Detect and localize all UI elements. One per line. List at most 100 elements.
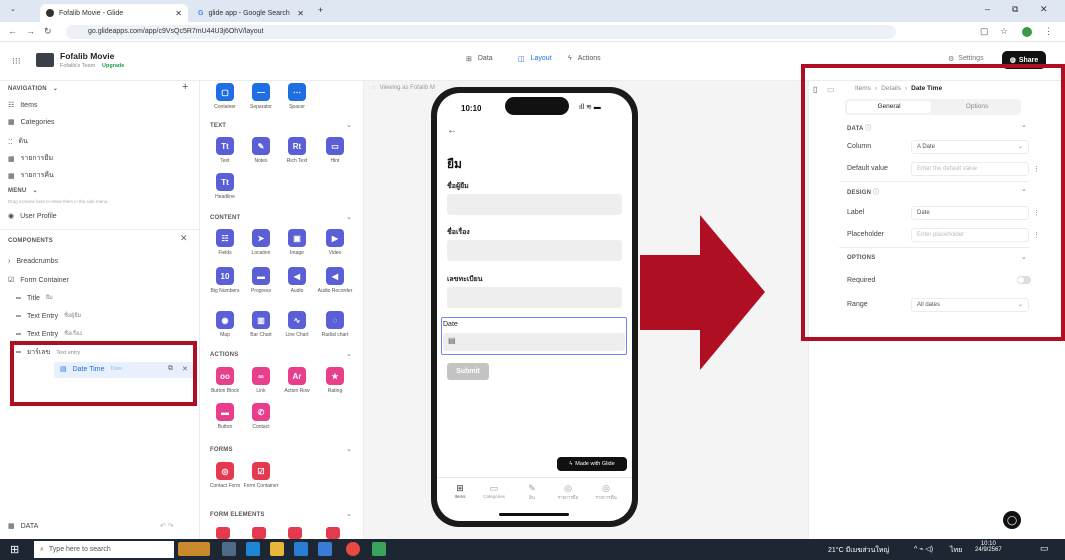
menu-header[interactable]: MENU ⌄ bbox=[8, 187, 38, 195]
notification-icon[interactable]: ▭ bbox=[1040, 543, 1049, 554]
minimize-icon[interactable]: – bbox=[985, 4, 990, 14]
borrower-input[interactable] bbox=[447, 194, 622, 215]
new-tab-icon[interactable]: + bbox=[318, 5, 323, 15]
profile-avatar[interactable] bbox=[1022, 27, 1032, 37]
phone-entry-tile-icon[interactable] bbox=[326, 527, 340, 539]
rating-icon: ★ bbox=[326, 367, 344, 385]
nav-item-return-list[interactable]: ▦ รายการคืน bbox=[8, 170, 54, 181]
phone-tab-items[interactable]: ⊞ Items bbox=[447, 483, 473, 499]
viewing-as-label: Viewing as Fofalib M bbox=[379, 85, 435, 91]
task-view-icon[interactable] bbox=[222, 542, 236, 556]
add-icon[interactable]: + bbox=[182, 81, 188, 93]
tile-headline[interactable]: Tt Headline bbox=[204, 173, 246, 200]
menu-item-user-profile[interactable]: ◉ User Profile bbox=[8, 212, 57, 221]
tile-video[interactable]: ▶ Video bbox=[314, 229, 356, 256]
chrome-icon[interactable] bbox=[346, 542, 360, 556]
number-entry-tile-icon[interactable] bbox=[288, 527, 302, 539]
menu-icon[interactable]: ⋮ bbox=[1044, 26, 1053, 37]
tile-spacer[interactable]: ⋯ Spacer bbox=[276, 83, 318, 110]
nav-item-items[interactable]: ☷ Items bbox=[8, 101, 37, 110]
tile-action-row[interactable]: Ar Action Row bbox=[276, 367, 318, 394]
component-title[interactable]: ═ Title ยืม bbox=[16, 294, 53, 302]
navigation-header[interactable]: NAVIGATION ⌄ bbox=[8, 85, 58, 93]
contact-form-icon: ◎ bbox=[216, 462, 234, 480]
phone-tab-return-list[interactable]: ◎ รายการคืน bbox=[591, 483, 621, 501]
close-icon[interactable]: ✕ bbox=[297, 9, 304, 18]
tile-radial-chart[interactable]: ◌ Radial chart bbox=[314, 311, 356, 338]
chevron-down-icon[interactable]: ⌄ bbox=[346, 350, 352, 358]
windows-start-icon[interactable]: ⊞ bbox=[10, 543, 19, 556]
back-icon[interactable]: ← bbox=[8, 26, 17, 36]
chevron-down-icon[interactable]: ⌄ bbox=[346, 445, 352, 453]
date-input[interactable]: ▤ bbox=[443, 333, 625, 351]
phone-tab-borrow-list[interactable]: ◎ รายการยืม bbox=[553, 483, 583, 501]
language-indicator[interactable]: ไทย bbox=[950, 545, 962, 556]
tile-contact[interactable]: ✆ Contact bbox=[240, 403, 282, 430]
forward-icon[interactable]: → bbox=[26, 26, 35, 36]
tile-form-container[interactable]: ☑ Form Container bbox=[240, 462, 282, 489]
chat-button[interactable]: ◯ bbox=[1003, 511, 1021, 529]
weather[interactable]: 21°C มีเมฆส่วนใหญ่ bbox=[828, 545, 889, 556]
made-with-glide-badge[interactable]: ϟ Made with Glide bbox=[557, 457, 627, 471]
phone-tab-label: Items bbox=[454, 494, 466, 499]
edge-icon[interactable] bbox=[246, 542, 260, 556]
upgrade-link[interactable]: Upgrade bbox=[102, 63, 124, 69]
data-footer[interactable]: ▦ DATA bbox=[8, 522, 38, 531]
reload-icon[interactable]: ↻ bbox=[44, 26, 52, 37]
close-window-icon[interactable]: ✕ bbox=[1040, 4, 1048, 15]
tile-line-chart[interactable]: ∿ Line Chart bbox=[276, 311, 318, 338]
tab-google[interactable]: G glide app - Google Search ✕ bbox=[192, 4, 310, 22]
close-icon[interactable]: ✕ bbox=[175, 9, 182, 18]
title-input[interactable] bbox=[447, 240, 622, 261]
phone-tab-label: รายการยืม bbox=[557, 495, 579, 500]
component-form-container[interactable]: ☑ Form Container bbox=[8, 276, 69, 285]
app-icon[interactable] bbox=[372, 542, 386, 556]
phone-tab-return[interactable]: ✎ ดิน bbox=[519, 483, 545, 501]
tile-audio-recorder[interactable]: ◀ Audio Recorder bbox=[314, 267, 356, 294]
tile-rating[interactable]: ★ Rating bbox=[314, 367, 356, 394]
tile-hint[interactable]: ▭ Hint bbox=[314, 137, 356, 164]
back-arrow-icon[interactable]: ← bbox=[447, 125, 457, 136]
nav-item-borrow-list[interactable]: ▦ รายการยืม bbox=[8, 153, 53, 164]
nav-item-return[interactable]: ⁚⁚ ดิน bbox=[8, 136, 28, 147]
tab-list-icon[interactable]: ⌄ bbox=[10, 5, 16, 13]
taskbar-search[interactable]: ⌕ Type here to search bbox=[34, 541, 174, 558]
left-panel: NAVIGATION ⌄ + ☷ Items ▦ Categories ⁚⁚ ดิน ▦… bbox=[0, 81, 200, 539]
text-entry-tile-icon[interactable] bbox=[216, 527, 230, 539]
taskbar-widget-icon[interactable] bbox=[178, 542, 210, 556]
store-icon[interactable] bbox=[294, 542, 308, 556]
clock[interactable]: 10:10 24/9/2567 bbox=[975, 541, 1002, 553]
settings-button[interactable]: ⚙ Settings bbox=[948, 55, 984, 63]
maximize-icon[interactable]: ⧉ bbox=[1012, 4, 1018, 15]
close-icon[interactable]: ✕ bbox=[180, 233, 188, 244]
tab-actions[interactable]: ϟ Actions bbox=[568, 55, 601, 62]
url-input[interactable]: go.glideapps.com/app/c9VsQc5R7mU44U3j6Oh… bbox=[66, 25, 896, 39]
file-explorer-icon[interactable] bbox=[270, 542, 284, 556]
notes-entry-tile-icon[interactable] bbox=[252, 527, 266, 539]
submit-button[interactable]: Submit bbox=[447, 363, 489, 380]
tab-glide[interactable]: Fofalib Movie - Glide ✕ bbox=[40, 4, 188, 22]
tab-layout[interactable]: ◫ Layout bbox=[518, 55, 552, 63]
component-breadcrumbs[interactable]: › Breadcrumbs bbox=[8, 258, 58, 265]
extensions-icon[interactable]: ▢ bbox=[980, 26, 989, 37]
mail-icon[interactable] bbox=[318, 542, 332, 556]
phone-tab-categories[interactable]: ▭ Categories bbox=[479, 483, 509, 499]
tile-audio[interactable]: ◀ Audio bbox=[276, 267, 318, 294]
tab-data[interactable]: ⊞ Data bbox=[466, 55, 493, 63]
grid-menu-icon[interactable]: ⁝⁝⁝ bbox=[12, 56, 21, 67]
component-text-entry-1[interactable]: ═ Text Entry ชื่อผู้ยืม bbox=[16, 312, 81, 320]
register-input[interactable] bbox=[447, 287, 622, 308]
bookmark-icon[interactable]: ☆ bbox=[1000, 26, 1008, 37]
chevron-down-icon[interactable]: ⌄ bbox=[346, 121, 352, 129]
chevron-down-icon[interactable]: ⌄ bbox=[346, 510, 352, 518]
nav-item-categories[interactable]: ▦ Categories bbox=[8, 118, 54, 127]
component-text-entry-2[interactable]: ═ Text Entry ชื่อเรื่อง bbox=[16, 330, 82, 338]
viewing-as[interactable]: ◌ Viewing as Fofalib M bbox=[372, 85, 435, 91]
undo-icon[interactable]: ↶ ↷ bbox=[160, 522, 174, 530]
headline-icon: Tt bbox=[216, 173, 234, 191]
tray-icons[interactable]: ^ ⌁ ◁) bbox=[914, 545, 933, 553]
chevron-down-icon[interactable]: ⌄ bbox=[346, 213, 352, 221]
tile-image[interactable]: ▣ Image bbox=[276, 229, 318, 256]
tile-rich-text[interactable]: Rt Rich Text bbox=[276, 137, 318, 164]
check-circle-icon: ◎ bbox=[602, 483, 610, 493]
